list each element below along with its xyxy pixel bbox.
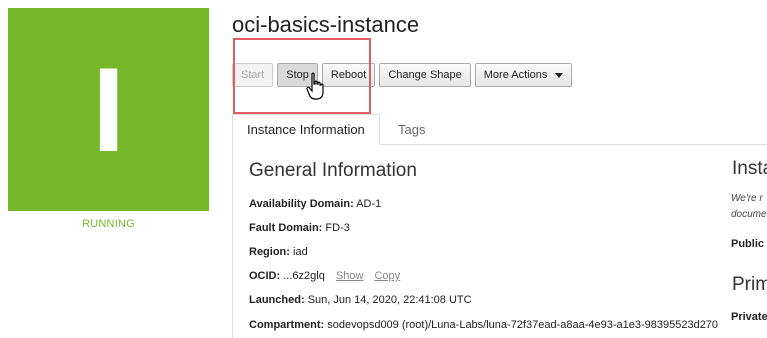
ocid-value: ...6z2glq	[283, 270, 325, 282]
ocid-row: OCID: ...6z2glq Show Copy	[249, 270, 400, 282]
launched-row: Launched: Sun, Jun 14, 2020, 22:41:08 UT…	[249, 294, 472, 306]
more-actions-label: More Actions	[483, 69, 548, 81]
instance-access-heading: Insta	[732, 158, 767, 179]
availability-domain-row: Availability Domain: AD-1	[249, 198, 381, 210]
region-value: iad	[293, 246, 308, 258]
compartment-value: sodevopsd009 (root)/Luna-Labs/luna-72f37…	[327, 319, 719, 331]
compartment-label: Compartment:	[249, 319, 325, 331]
ocid-label: OCID:	[249, 270, 281, 282]
region-label: Region:	[249, 246, 290, 258]
launched-label: Launched:	[249, 294, 305, 306]
launched-value: Sun, Jun 14, 2020, 22:41:08 UTC	[307, 294, 472, 306]
instance-access-note-line2: docume	[731, 209, 767, 220]
start-button[interactable]: Start	[232, 63, 274, 87]
public-ip-label: Public	[731, 238, 765, 250]
fault-domain-value: FD-3	[325, 222, 350, 234]
availability-domain-value: AD-1	[356, 198, 382, 210]
fault-domain-row: Fault Domain: FD-3	[249, 222, 350, 234]
more-actions-button[interactable]: More Actions	[474, 63, 573, 87]
ocid-copy-link[interactable]: Copy	[374, 270, 400, 282]
chevron-down-icon	[555, 72, 564, 78]
tab-tags[interactable]: Tags	[384, 114, 439, 145]
general-information-heading: General Information	[249, 160, 417, 181]
private-ip-label: Private	[731, 311, 767, 323]
tab-instance-information[interactable]: Instance Information	[232, 114, 380, 145]
hand-cursor-icon	[306, 72, 324, 100]
primary-vnic-heading: Prim	[732, 274, 767, 295]
instance-status-tile: I	[8, 8, 209, 211]
action-toolbar: Start Stop Reboot Change Shape More Acti…	[232, 63, 573, 87]
instance-status-letter: I	[91, 42, 126, 177]
ocid-show-link[interactable]: Show	[336, 270, 364, 282]
page-title: oci-basics-instance	[232, 12, 420, 37]
region-row: Region: iad	[249, 246, 308, 258]
tab-bar: Instance Information Tags	[232, 114, 767, 145]
change-shape-button[interactable]: Change Shape	[379, 63, 471, 87]
reboot-button[interactable]: Reboot	[321, 63, 376, 87]
instance-access-note-line1: We're r	[731, 193, 763, 204]
instance-status-label: RUNNING	[82, 218, 135, 230]
availability-domain-label: Availability Domain:	[249, 198, 354, 210]
fault-domain-label: Fault Domain:	[249, 222, 323, 234]
compartment-row: Compartment: sodevopsd009 (root)/Luna-La…	[249, 319, 718, 331]
